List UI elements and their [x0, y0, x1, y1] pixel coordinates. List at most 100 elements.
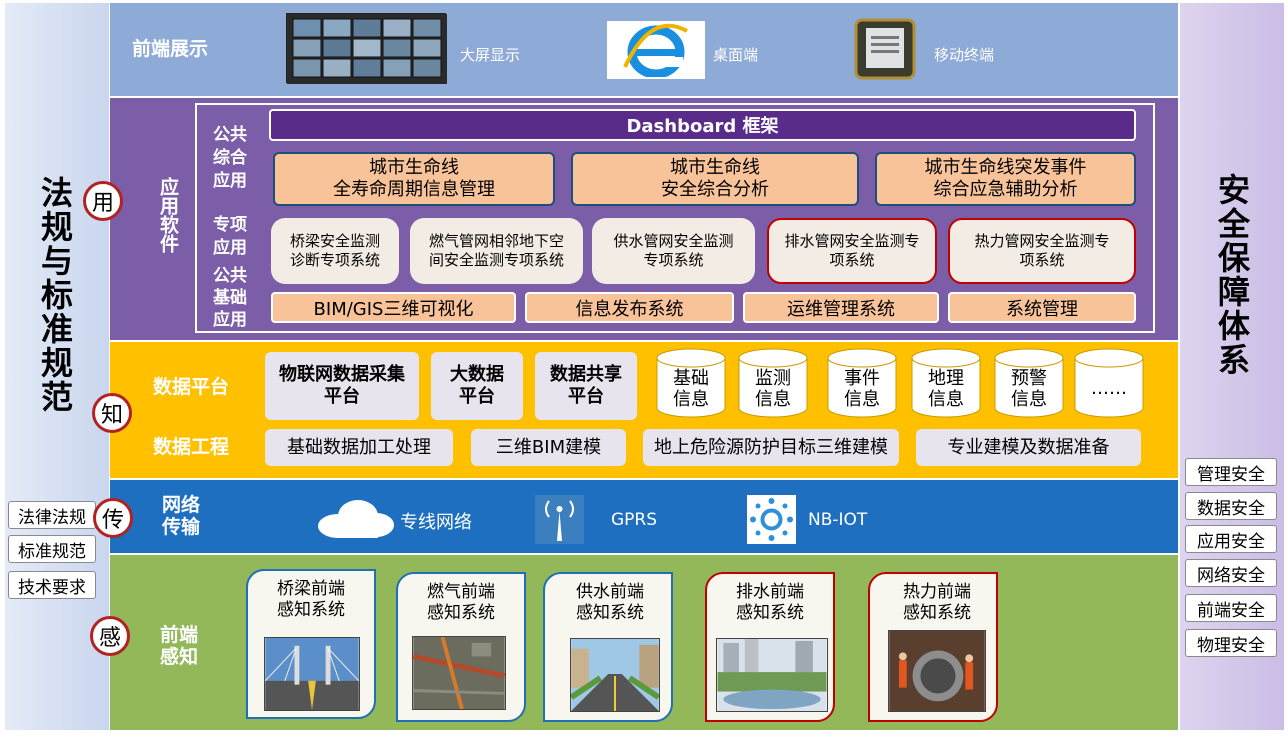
base-app-label-text: 公共基础应用: [213, 266, 247, 330]
iot-platform-line2: 平台: [324, 386, 360, 407]
public-app-safety-line1: 城市生命线: [670, 157, 760, 178]
eng-bim-modeling: 三维BIM建模: [471, 429, 626, 466]
db-basic-info: 基础 信息: [655, 348, 727, 418]
regulations-title: 法规与标准规范: [36, 176, 74, 414]
db-monitoring-line1: 监测: [755, 368, 791, 389]
security-item-physical: 物理安全: [1185, 629, 1277, 657]
tech-requirement-item: 技术要求: [8, 571, 96, 599]
special-app-bridge: 桥梁安全监测 诊断专项系统: [271, 218, 399, 284]
heating-card-line1: 热力前端: [903, 582, 971, 602]
eng-basic-processing: 基础数据加工处理: [265, 429, 453, 466]
badge-transmit: 传: [93, 498, 133, 538]
big-screen-label: 大屏显示: [460, 46, 521, 64]
special-app-water-line2: 专项系统: [643, 251, 704, 269]
base-app-label: 公共基础应用: [208, 262, 252, 334]
drainage-card-line2: 感知系统: [736, 603, 804, 623]
base-app-sysmgmt: 系统管理: [948, 292, 1136, 323]
security-item-network: 网络安全: [1185, 559, 1277, 587]
data-engineering-label: 数据工程: [153, 436, 230, 458]
gprs-label: GPRS: [611, 510, 658, 530]
nb-iot-label: NB-IOT: [808, 510, 868, 530]
iot-collection-platform: 物联网数据采集 平台: [265, 352, 419, 420]
big-data-line1: 大数据: [450, 364, 504, 385]
public-app-lifecycle-line2: 全寿命周期信息管理: [333, 179, 495, 200]
bridge-card-line1: 桥梁前端: [277, 579, 345, 599]
dashboard-framework: Dashboard 框架: [269, 109, 1136, 141]
special-app-drainage-line2: 项系统: [829, 251, 875, 269]
gas-aerial-photo: [412, 636, 506, 710]
gas-card-line1: 燃气前端: [427, 582, 495, 602]
video-wall-icon: [286, 13, 447, 84]
network-label: 网络 传输: [158, 494, 204, 538]
special-app-label-text: 专项应用: [213, 215, 247, 258]
network-label-line2: 传输: [161, 516, 200, 538]
db-event-line1: 事件: [844, 368, 880, 389]
special-app-heating-line1: 热力管网安全监测专: [974, 232, 1110, 250]
water-sensing-card: 供水前端 感知系统: [543, 572, 673, 722]
security-title: 安全保障体系: [1213, 173, 1251, 377]
public-app-emergency-line1: 城市生命线突发事件: [924, 157, 1087, 178]
db-warning-line1: 预警: [1011, 368, 1047, 389]
data-platform-label: 数据平台: [153, 376, 230, 398]
security-item-data: 数据安全: [1185, 492, 1277, 520]
base-app-publish: 信息发布系统: [525, 292, 734, 323]
desktop-label: 桌面端: [713, 46, 759, 64]
db-monitoring-line2: 信息: [755, 389, 791, 410]
sensing-label-line2: 感知: [159, 646, 198, 668]
db-monitoring-info: 监测 信息: [737, 348, 809, 418]
security-item-application: 应用安全: [1185, 525, 1277, 553]
bridge-sensing-card: 桥梁前端 感知系统: [246, 569, 376, 719]
db-geo-line2: 信息: [928, 389, 964, 410]
bridge-photo: [264, 637, 360, 711]
public-app-emergency-line2: 综合应急辅助分析: [933, 179, 1078, 200]
special-app-gas-line1: 燃气管网相邻地下空: [428, 232, 564, 250]
badge-sense: 感: [90, 616, 130, 656]
db-more: ……: [1073, 348, 1145, 418]
network-label-line1: 网络: [161, 494, 200, 516]
base-app-bim-gis: BIM/GIS三维可视化: [271, 292, 516, 323]
special-app-heating: 热力管网安全监测专 项系统: [948, 218, 1136, 284]
special-app-drainage-line1: 排水管网安全监测专: [784, 232, 920, 250]
drainage-photo: [716, 638, 828, 712]
tablet-icon: [854, 18, 916, 80]
db-basic-line2: 信息: [673, 389, 709, 410]
public-app-label-text: 公共综合应用: [213, 124, 247, 191]
special-app-heating-line2: 项系统: [1019, 251, 1065, 269]
iot-platform-line1: 物联网数据采集: [279, 364, 405, 385]
gas-sensing-card: 燃气前端 感知系统: [396, 572, 526, 722]
big-data-platform: 大数据 平台: [431, 352, 523, 420]
data-sharing-line2: 平台: [568, 386, 604, 407]
sensing-label-line1: 前端: [159, 624, 198, 646]
db-event-info: 事件 信息: [826, 348, 898, 418]
db-geo-line1: 地理: [928, 368, 964, 389]
sensing-label: 前端 感知: [156, 624, 202, 668]
water-card-line2: 感知系统: [576, 603, 644, 623]
security-item-frontend: 前端安全: [1185, 594, 1277, 622]
public-app-lifecycle: 城市生命线 全寿命周期信息管理: [273, 152, 555, 206]
drainage-sensing-card: 排水前端 感知系统: [705, 572, 835, 722]
heating-card-line2: 感知系统: [903, 603, 971, 623]
bridge-card-line2: 感知系统: [277, 600, 345, 620]
app-software-label: 应用软件: [157, 177, 179, 253]
heating-sensing-card: 热力前端 感知系统: [868, 572, 998, 722]
security-item-management: 管理安全: [1185, 458, 1277, 486]
special-app-label: 专项应用: [208, 214, 252, 260]
eng-professional-modeling: 专业建模及数据准备: [916, 429, 1141, 466]
public-app-lifecycle-line1: 城市生命线: [369, 157, 459, 178]
db-basic-line1: 基础: [673, 368, 709, 389]
water-card-line1: 供水前端: [576, 582, 644, 602]
big-data-line2: 平台: [459, 386, 495, 407]
db-more-line1: ……: [1091, 378, 1127, 399]
special-app-bridge-line1: 桥梁安全监测: [289, 232, 380, 250]
front-display-label: 前端展示: [132, 38, 209, 60]
eng-hazard-modeling: 地上危险源防护目标三维建模: [643, 429, 899, 466]
badge-use: 用: [83, 181, 123, 221]
mobile-label: 移动终端: [934, 46, 995, 64]
street-photo: [570, 638, 660, 712]
special-app-gas-line2: 间安全监测专项系统: [428, 251, 564, 269]
gas-card-line2: 感知系统: [427, 603, 495, 623]
public-app-emergency: 城市生命线突发事件 综合应急辅助分析: [875, 152, 1136, 206]
public-app-safety-analysis: 城市生命线 安全综合分析: [571, 152, 859, 206]
cloud-icon: [316, 498, 396, 540]
special-app-water: 供水管网安全监测 专项系统: [592, 218, 755, 284]
